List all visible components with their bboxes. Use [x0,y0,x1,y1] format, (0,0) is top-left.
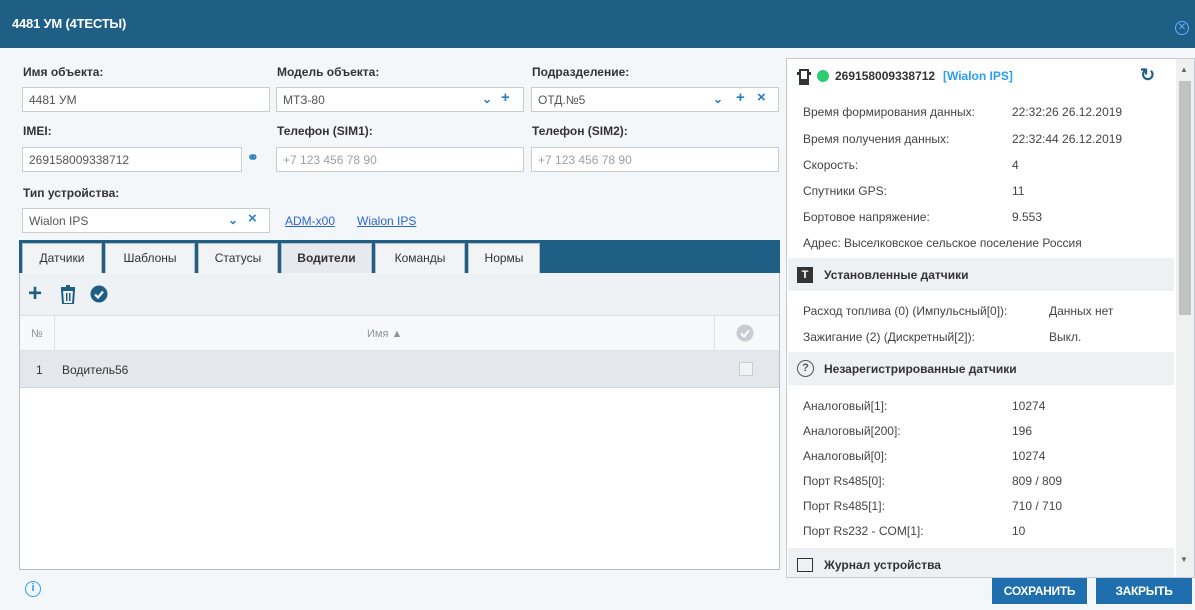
unregistered-sensors-header[interactable]: ? Незарегистрированные датчики [788,352,1174,385]
sensor-value: Выкл. [1049,330,1082,344]
status-dot [817,70,829,82]
field-label: Бортовое напряжение: [803,210,930,224]
field-value: 4 [1012,158,1019,172]
sensor-value: 10 [1012,524,1026,538]
drivers-toolbar: + [20,273,779,315]
dialog-title: 4481 УМ (4ТЕСТЫ) [12,16,127,31]
scrollbar-thumb[interactable] [1179,81,1191,315]
journal-icon [797,558,813,572]
imei-label: IMEI: [23,124,52,138]
sensor-label: Порт Rs485[0]: [803,474,885,488]
save-button[interactable]: СОХРАНИТЬ [992,578,1087,604]
row-checkbox[interactable] [739,362,753,376]
col-num-header: № [31,328,43,340]
field-value: 9.553 [1012,210,1043,224]
tab-bar: Датчики Шаблоны Статусы Водители Команды… [19,240,780,273]
sensor-value: 196 [1012,424,1033,438]
field-value: 11 [1012,184,1025,198]
phone1-field[interactable]: +7 123 456 78 90 [276,147,524,172]
row-name: Водитель56 [62,363,129,377]
close-icon[interactable]: ✕ [1175,21,1189,35]
field-label: Скорость: [803,158,859,172]
sensor-value: Данных нет [1049,304,1114,318]
device-protocol: [Wialon IPS] [943,69,1013,83]
sensor-value: 10274 [1012,449,1046,463]
row-num: 1 [36,363,43,377]
chevron-down-icon[interactable]: ⌄ [713,92,723,107]
chevron-down-icon[interactable]: ⌄ [482,92,492,107]
section-title: Установленные датчики [824,268,969,282]
sensor-label: Аналоговый[0]: [803,449,888,463]
chevron-down-icon[interactable]: ⌄ [228,213,238,228]
device-type-value: Wialon IPS [29,214,89,228]
clear-icon[interactable]: × [248,211,257,226]
division-label: Подразделение: [532,65,630,79]
phone1-label: Телефон (SIM1): [277,124,373,138]
scroll-down-icon[interactable]: ▼ [1180,555,1188,564]
division-value: ОТД.№5 [538,93,586,107]
field-label: Время формирования данных: [803,105,975,119]
tab-drivers[interactable]: Водители [281,243,372,273]
device-info-panel: 269158009338712 [Wialon IPS] ↻ Время фор… [786,58,1195,578]
table-header: № Имя ▲ [20,315,779,352]
check-circle-icon[interactable] [90,285,108,306]
dialog-titlebar: 4481 УМ (4ТЕСТЫ) ✕ [0,0,1195,48]
device-id: 269158009338712 [835,69,936,83]
field-label: Время получения данных: [803,132,950,146]
device-icon [797,69,811,88]
wialon-link[interactable]: Wialon IPS [357,214,416,228]
check-all-icon[interactable] [736,324,754,345]
tab-templates[interactable]: Шаблоны [105,243,195,273]
tab-sensors[interactable]: Датчики [22,243,102,273]
col-name-header[interactable]: Имя ▲ [367,328,402,340]
device-type-label: Тип устройства: [23,186,120,200]
info-icon[interactable]: i [25,581,41,597]
tab-norms[interactable]: Нормы [468,243,540,273]
sensor-label: Аналоговый[1]: [803,399,888,413]
sensor-label: Зажигание (2) (Дискретный[2]): [803,330,975,344]
imei-field[interactable]: 269158009338712 [22,147,242,172]
add-icon[interactable]: + [736,90,745,105]
column-divider [54,316,55,352]
sensor-label: Аналоговый[200]: [803,424,901,438]
field-value: 22:32:26 26.12.2019 [1012,105,1123,119]
tab-statuses[interactable]: Статусы [198,243,278,273]
question-icon: ? [797,360,814,377]
section-title: Незарегистрированные датчики [824,362,1017,376]
scrollbar[interactable]: ▲ ▼ [1176,59,1194,577]
address-text: Адрес: Выселковское сельское поселение Р… [803,236,1082,250]
close-button[interactable]: ЗАКРЫТЬ [1096,578,1192,604]
object-name-field[interactable]: 4481 УМ [22,87,270,112]
sensor-label: Порт Rs232 - COM[1]: [803,524,924,538]
trash-icon[interactable] [60,285,76,307]
phone2-field[interactable]: +7 123 456 78 90 [531,147,779,172]
add-icon[interactable]: + [28,282,42,306]
sensor-label: Порт Rs485[1]: [803,499,885,513]
add-icon[interactable]: + [501,90,510,105]
sensor-label: Расход топлива (0) (Импульсный[0]): [803,304,1008,318]
phone2-label: Телефон (SIM2): [532,124,628,138]
model-value: МТЗ-80 [283,93,325,107]
clear-icon[interactable]: × [757,90,766,105]
refresh-icon[interactable]: ↻ [1140,65,1155,86]
link-icon[interactable]: ⚭ [247,150,259,165]
sensor-value: 809 / 809 [1012,474,1063,488]
scroll-up-icon[interactable]: ▲ [1180,65,1188,74]
sensor-icon: T [797,267,813,283]
adm-link[interactable]: ADM-x00 [285,214,335,228]
model-label: Модель объекта: [277,65,380,79]
installed-sensors-header[interactable]: T Установленные датчики [788,258,1174,291]
field-value: 22:32:44 26.12.2019 [1012,132,1123,146]
object-name-label: Имя объекта: [23,65,104,79]
device-journal-header[interactable]: Журнал устройства [788,548,1174,577]
sensor-value: 10274 [1012,399,1046,413]
drivers-panel: + № Имя ▲ 1 Водитель56 [19,273,780,570]
tab-commands[interactable]: Команды [375,243,465,273]
sensor-value: 710 / 710 [1012,499,1063,513]
column-divider [714,316,715,352]
section-title: Журнал устройства [824,558,941,572]
field-label: Спутники GPS: [803,184,887,198]
table-row[interactable]: 1 Водитель56 [20,351,779,388]
